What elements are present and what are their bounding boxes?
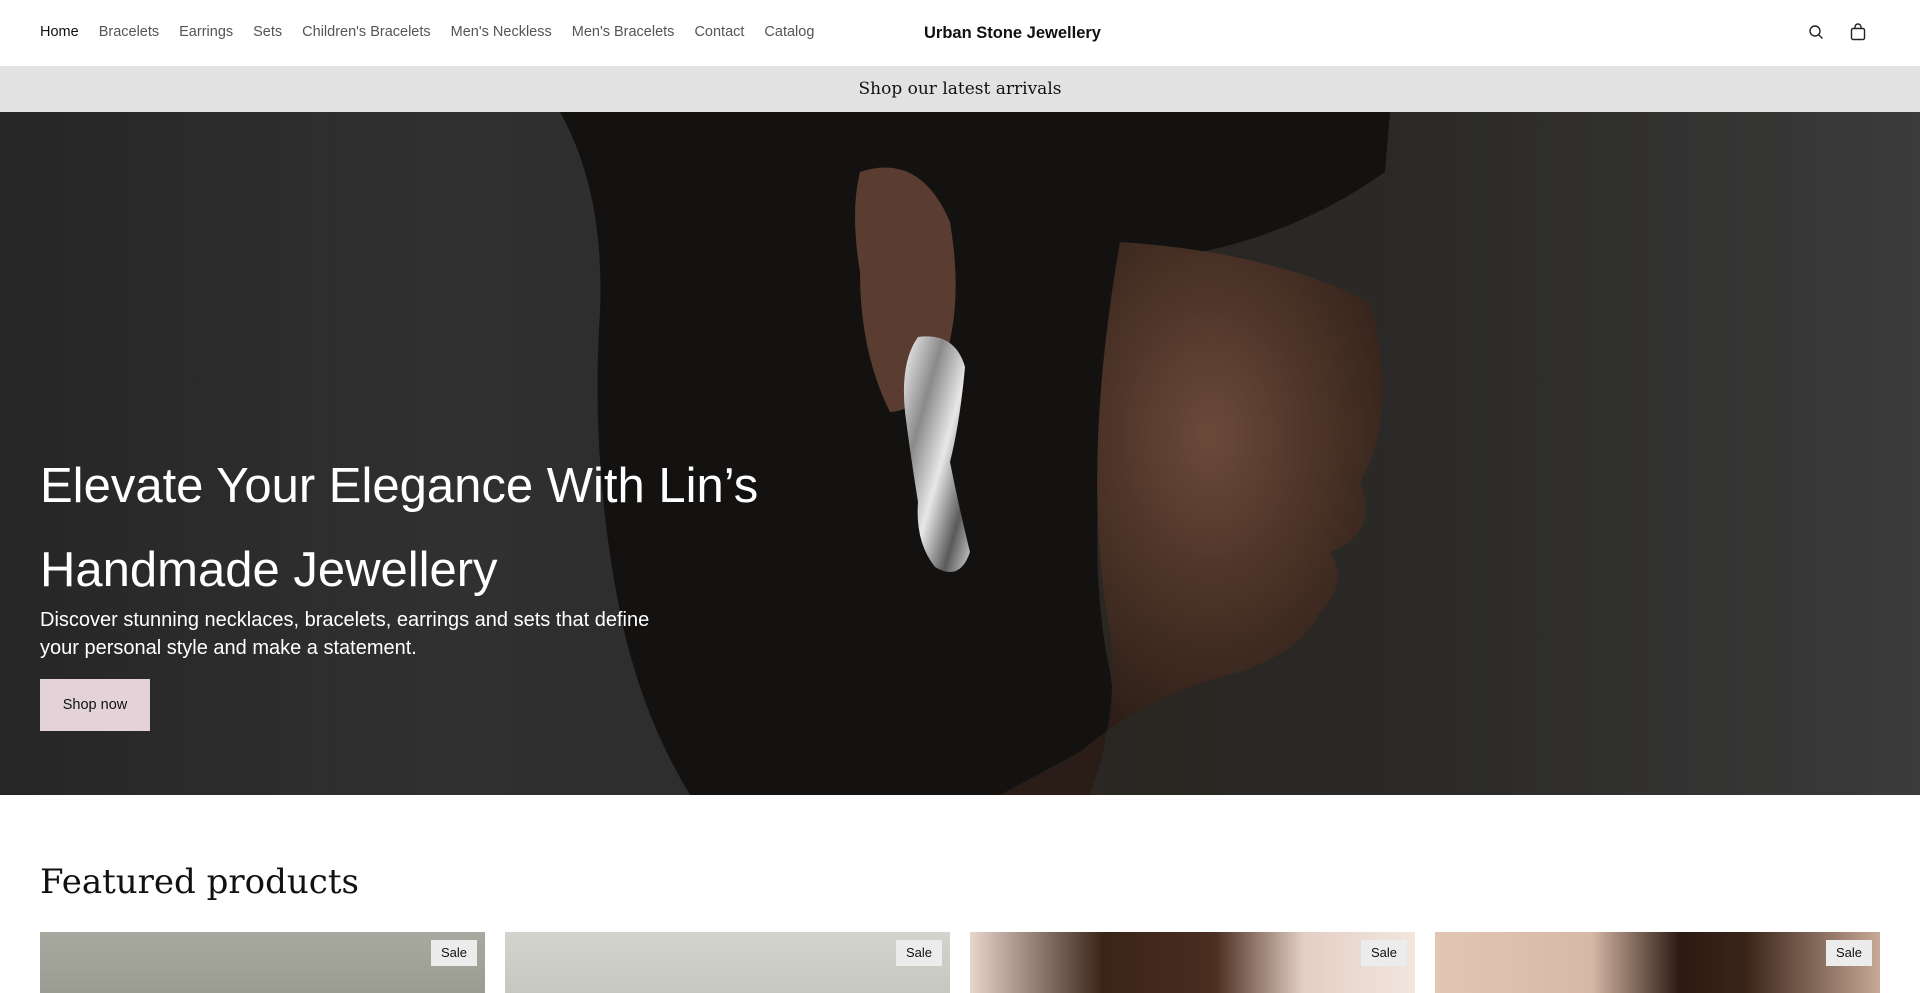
nav-item-earrings[interactable]: Earrings bbox=[179, 22, 233, 42]
product-card[interactable]: Sale bbox=[505, 932, 950, 993]
sale-badge: Sale bbox=[1360, 940, 1407, 966]
nav-item-contact[interactable]: Contact bbox=[694, 22, 744, 42]
nav-item-childrens-bracelets[interactable]: Children's Bracelets bbox=[302, 22, 431, 42]
announcement-bar: Shop our latest arrivals bbox=[0, 66, 1920, 112]
product-card[interactable]: Sale bbox=[40, 932, 485, 993]
product-grid: Sale Sale Sale Sale bbox=[40, 932, 1880, 993]
search-icon[interactable] bbox=[1804, 20, 1828, 44]
nav-item-mens-neckless[interactable]: Men's Neckless bbox=[451, 22, 552, 42]
shopping-bag-icon[interactable] bbox=[1846, 20, 1870, 44]
featured-products-heading: Featured products bbox=[40, 862, 359, 902]
site-header: Home Bracelets Earrings Sets Children's … bbox=[0, 0, 1920, 66]
shop-now-button[interactable]: Shop now bbox=[40, 679, 150, 731]
nav-item-catalog[interactable]: Catalog bbox=[764, 22, 814, 42]
sale-badge: Sale bbox=[1825, 940, 1872, 966]
hero-banner: Elevate Your Elegance With Lin’s Handmad… bbox=[0, 112, 1920, 795]
announcement-text: Shop our latest arrivals bbox=[858, 79, 1062, 99]
nav-item-home[interactable]: Home bbox=[40, 22, 79, 42]
product-card[interactable]: Sale bbox=[970, 932, 1415, 993]
brand-logo[interactable]: Urban Stone Jewellery bbox=[924, 22, 1101, 44]
main-nav: Home Bracelets Earrings Sets Children's … bbox=[40, 22, 834, 42]
hero-title: Elevate Your Elegance With Lin’s Handmad… bbox=[40, 459, 759, 597]
nav-item-mens-bracelets[interactable]: Men's Bracelets bbox=[572, 22, 675, 42]
nav-item-bracelets[interactable]: Bracelets bbox=[99, 22, 159, 42]
hero-subtitle: Discover stunning necklaces, bracelets, … bbox=[40, 609, 650, 659]
sale-badge: Sale bbox=[895, 940, 942, 966]
sale-badge: Sale bbox=[430, 940, 477, 966]
nav-item-sets[interactable]: Sets bbox=[253, 22, 282, 42]
product-card[interactable]: Sale bbox=[1435, 932, 1880, 993]
